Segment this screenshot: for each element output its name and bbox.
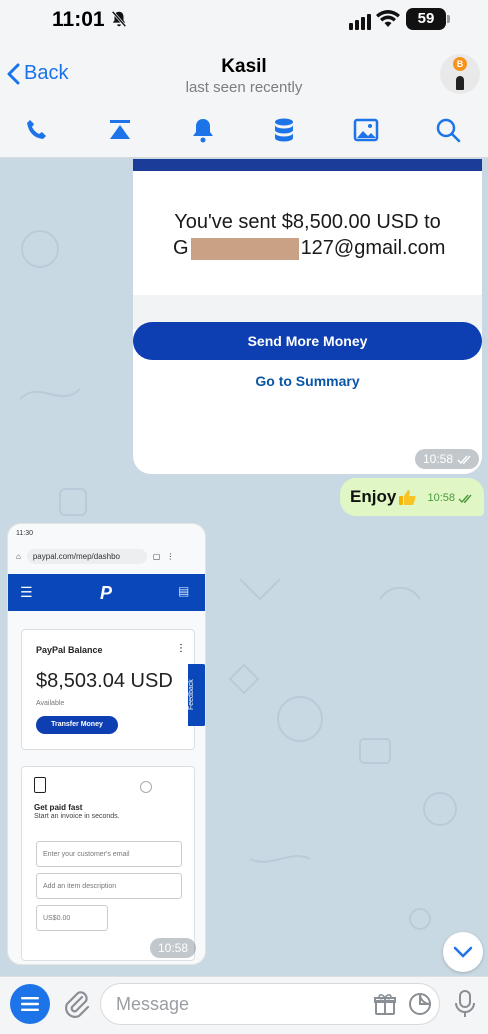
customer-email-field: Enter your customer's email [36, 841, 182, 867]
cellular-signal-icon [349, 12, 373, 30]
chevron-down-icon [453, 946, 473, 958]
sent-amount-text: You've sent $8,500.00 USD to [174, 211, 441, 233]
status-bar: 11:01 59 [0, 0, 488, 40]
gift-icon[interactable] [373, 992, 397, 1016]
scroll-down-button[interactable] [443, 932, 483, 972]
microphone-icon[interactable] [454, 989, 476, 1019]
browser-url-bar: ⌂ paypal.com/mep/dashbo ▢ ⋮ [10, 546, 205, 566]
database-icon [275, 118, 293, 142]
recipient-email: G 127@gmail.com [173, 237, 445, 260]
message-text: Enjoy [350, 487, 397, 506]
time-text: 10:58 [158, 941, 189, 955]
hamburger-icon: ☰ [20, 584, 33, 600]
message-timestamp: 10:58 [415, 449, 480, 469]
arrow-to-top-icon [110, 120, 130, 139]
radio-icon [140, 781, 152, 793]
get-paid-title: Get paid fast [34, 803, 83, 812]
email-prefix: G [173, 237, 189, 259]
inner-status-bar: 11:30 [8, 524, 205, 544]
image-icon [353, 118, 379, 142]
paypal-nav-bar: ☰ P ▤ [8, 574, 205, 611]
home-icon: ⌂ [16, 551, 21, 561]
outgoing-message-bubble[interactable]: Enjoy 10:58 [340, 478, 484, 516]
get-paid-subtitle: Start an invoice in seconds. [34, 813, 120, 820]
status-time: 11:01 [52, 8, 105, 31]
balance-card: PayPal Balance ⋮ $8,503.04 USD Available… [21, 629, 195, 750]
media-button[interactable] [352, 116, 380, 144]
send-more-money-button: Send More Money [133, 322, 482, 360]
message-timestamp: 10:58 [150, 938, 197, 958]
wifi-icon [376, 10, 400, 27]
balance-title: PayPal Balance [36, 645, 103, 655]
menu-button[interactable] [10, 984, 50, 1024]
phone-icon [27, 120, 46, 139]
notifications-button[interactable] [189, 116, 217, 144]
last-seen-status: last seen recently [185, 79, 303, 96]
feedback-tab: Feedback [188, 664, 205, 726]
message-timestamp: 10:58 [427, 492, 472, 504]
go-to-summary-link: Go to Summary [255, 373, 360, 389]
paypal-header-band [133, 159, 482, 171]
chat-area[interactable]: You've sent $8,500.00 USD to G 127@gmail… [0, 159, 488, 976]
chat-icon: ▤ [178, 584, 190, 598]
bell-icon [193, 119, 213, 143]
balance-amount: $8,503.04 USD [36, 670, 173, 692]
document-icon [34, 777, 46, 793]
pinned-top-button[interactable] [106, 116, 134, 144]
redaction-block [190, 237, 299, 260]
paypal-logo: P [100, 583, 113, 603]
bell-off-icon [111, 10, 127, 28]
transfer-money-button: Transfer Money [36, 716, 118, 734]
bitcoin-icon: B [453, 57, 467, 71]
email-suffix: 127@gmail.com [300, 237, 446, 259]
battery-indicator: 59 [406, 8, 450, 30]
sticker-icon[interactable] [408, 992, 432, 1016]
menu-icon [21, 997, 39, 1011]
call-button[interactable] [23, 116, 51, 144]
paypal-balance-screenshot[interactable]: 11:30 ⌂ paypal.com/mep/dashbo ▢ ⋮ ☰ P ▤ … [7, 523, 206, 965]
double-check-icon [457, 455, 471, 464]
chat-toolbar [0, 112, 488, 148]
more-vert-icon: ⋮ [176, 643, 186, 654]
search-icon [436, 118, 461, 143]
person-figure-icon [456, 76, 464, 90]
avatar[interactable]: B [440, 54, 480, 94]
double-check-icon [458, 494, 472, 503]
more-vert-icon: ⋮ [166, 551, 175, 561]
time-text: 10:58 [427, 492, 455, 504]
available-label: Available [36, 700, 65, 707]
chat-header: Back Kasil last seen recently B [0, 40, 488, 158]
thumbs-up-emoji-icon [399, 490, 416, 505]
storage-button[interactable] [270, 116, 298, 144]
search-button[interactable] [434, 116, 462, 144]
url-field: paypal.com/mep/dashbo [26, 548, 147, 564]
inner-time: 11:30 [16, 530, 33, 537]
tabs-icon: ▢ [152, 551, 161, 561]
paypal-sent-image[interactable]: You've sent $8,500.00 USD to G 127@gmail… [133, 159, 482, 474]
invoice-card: Get paid fast Start an invoice in second… [21, 766, 195, 961]
message-input-bar: Message [0, 976, 488, 1034]
contact-name[interactable]: Kasil [0, 56, 488, 78]
attach-icon[interactable] [62, 988, 90, 1020]
item-description-field: Add an item description [36, 873, 182, 899]
amount-field: US$0.00 [36, 905, 108, 931]
time-text: 10:58 [423, 452, 454, 466]
